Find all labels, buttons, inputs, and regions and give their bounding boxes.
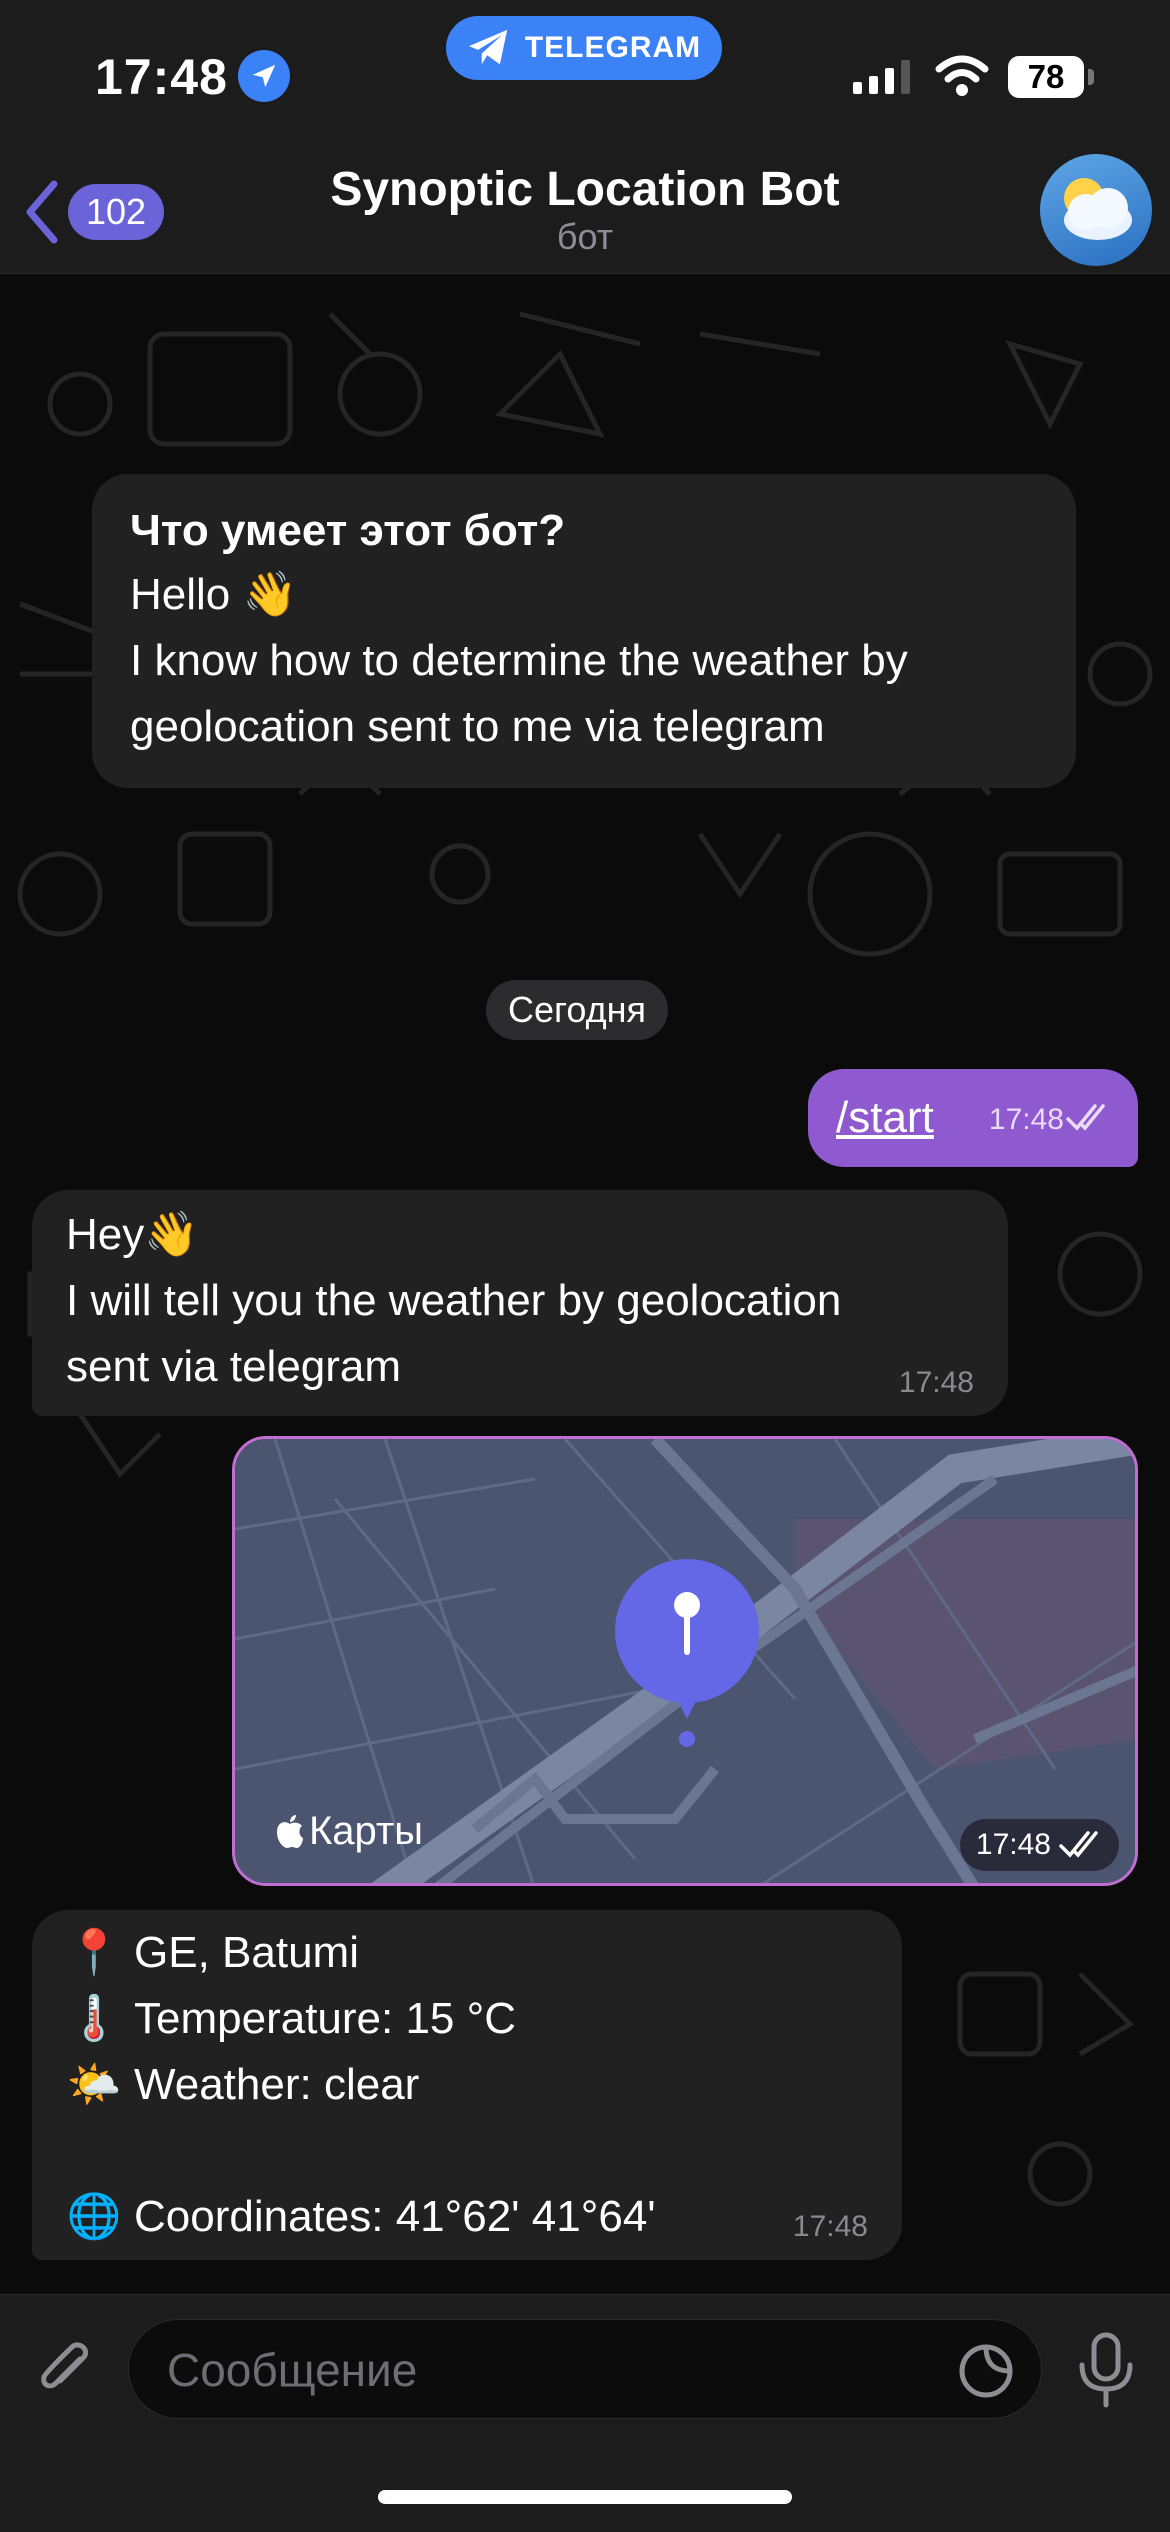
weather-coordinates-row: 🌐 Coordinates: 41°62' 41°64' bbox=[66, 2184, 868, 2250]
message-time: 17:48 bbox=[792, 2210, 868, 2243]
chat-history[interactable]: Что умеет этот бот? Hello 👋 I know how t… bbox=[0, 274, 1170, 2294]
telegram-pill[interactable]: TELEGRAM bbox=[446, 16, 722, 80]
status-bar: 17:48 TELEGRAM 78 bbox=[0, 0, 1170, 150]
message-time: 17:48 bbox=[988, 1103, 1064, 1136]
message-line: sent via telegram bbox=[66, 1342, 402, 1391]
sun-behind-cloud-icon: 🌤️ bbox=[66, 2060, 122, 2109]
battery-indicator: 78 bbox=[1008, 56, 1084, 98]
chat-title[interactable]: Synoptic Location Bot bbox=[0, 162, 1170, 217]
weather-condition-row: 🌤️ Weather: clear bbox=[66, 2052, 868, 2118]
date-separator: Сегодня bbox=[486, 980, 668, 1040]
telegram-pill-label: TELEGRAM bbox=[524, 31, 702, 64]
weather-temperature-row: 🌡️ Temperature: 15 °C bbox=[66, 1986, 868, 2052]
bot-description-bubble: Что умеет этот бот? Hello 👋 I know how t… bbox=[92, 474, 1076, 788]
map-time-badge: 17:48 bbox=[959, 1819, 1119, 1871]
bot-description-line: geolocation sent to me via telegram bbox=[130, 702, 825, 751]
thermometer-icon: 🌡️ bbox=[66, 1994, 122, 2043]
chat-subtitle: бот bbox=[556, 216, 614, 257]
location-arrow-icon bbox=[238, 50, 290, 102]
location-pin-icon bbox=[615, 1559, 759, 1747]
wifi-icon bbox=[935, 55, 989, 96]
message-time: 17:48 bbox=[975, 1828, 1051, 1861]
incoming-message-hey[interactable]: Hey👋 I will tell you the weather by geol… bbox=[32, 1190, 1008, 1416]
message-line: I will tell you the weather by geolocati… bbox=[66, 1276, 842, 1325]
weather-coordinates: Coordinates: 41°62' 41°64' bbox=[134, 2192, 656, 2241]
battery-tip bbox=[1088, 69, 1094, 85]
weather-temperature: Temperature: 15 °C bbox=[134, 1994, 516, 2043]
cellular-signal-icon bbox=[853, 60, 910, 94]
pushpin-icon: 📍 bbox=[66, 1928, 122, 1977]
chat-header: Synoptic Location Bot бот 102 bbox=[0, 150, 1170, 274]
bot-description-line: I know how to determine the weather by bbox=[130, 636, 908, 685]
outgoing-message-start[interactable]: /start 17:48 bbox=[808, 1069, 1138, 1167]
message-time: 17:48 bbox=[898, 1366, 974, 1399]
back-button[interactable]: 102 bbox=[22, 178, 165, 246]
double-check-icon bbox=[1059, 1831, 1098, 1858]
message-line: Hey👋 bbox=[66, 1210, 200, 1259]
microphone-icon[interactable] bbox=[1076, 2331, 1136, 2411]
command-text[interactable]: /start bbox=[836, 1093, 934, 1143]
status-time: 17:48 bbox=[95, 49, 228, 105]
chevron-left-icon bbox=[26, 180, 58, 244]
bot-avatar[interactable] bbox=[1040, 154, 1152, 266]
apple-maps-label: Карты bbox=[275, 1809, 423, 1854]
message-input[interactable] bbox=[167, 2320, 927, 2420]
location-map-message[interactable]: Карты 17:48 bbox=[232, 1436, 1138, 1886]
apple-logo-icon bbox=[277, 1814, 303, 1848]
weather-cloud-icon bbox=[1064, 178, 1132, 240]
bot-description-line: Hello 👋 bbox=[130, 570, 298, 619]
weather-location-row: 📍 GE, Batumi bbox=[66, 1920, 868, 1986]
maps-label-text: Карты bbox=[309, 1809, 423, 1853]
telegram-plane-icon bbox=[468, 29, 508, 65]
globe-icon: 🌐 bbox=[66, 2192, 122, 2241]
message-field[interactable] bbox=[128, 2319, 1042, 2420]
sticker-icon[interactable] bbox=[957, 2342, 1015, 2400]
incoming-message-weather[interactable]: 📍 GE, Batumi 🌡️ Temperature: 15 °C 🌤️ We… bbox=[32, 1910, 902, 2260]
paperclip-icon[interactable] bbox=[30, 2335, 100, 2405]
weather-location: GE, Batumi bbox=[134, 1928, 359, 1977]
unread-count-badge: 102 bbox=[68, 184, 165, 240]
weather-condition: Weather: clear bbox=[134, 2060, 420, 2109]
bot-description-heading: Что умеет этот бот? bbox=[130, 506, 566, 555]
home-indicator[interactable] bbox=[378, 2490, 792, 2504]
double-check-icon bbox=[1066, 1104, 1105, 1131]
